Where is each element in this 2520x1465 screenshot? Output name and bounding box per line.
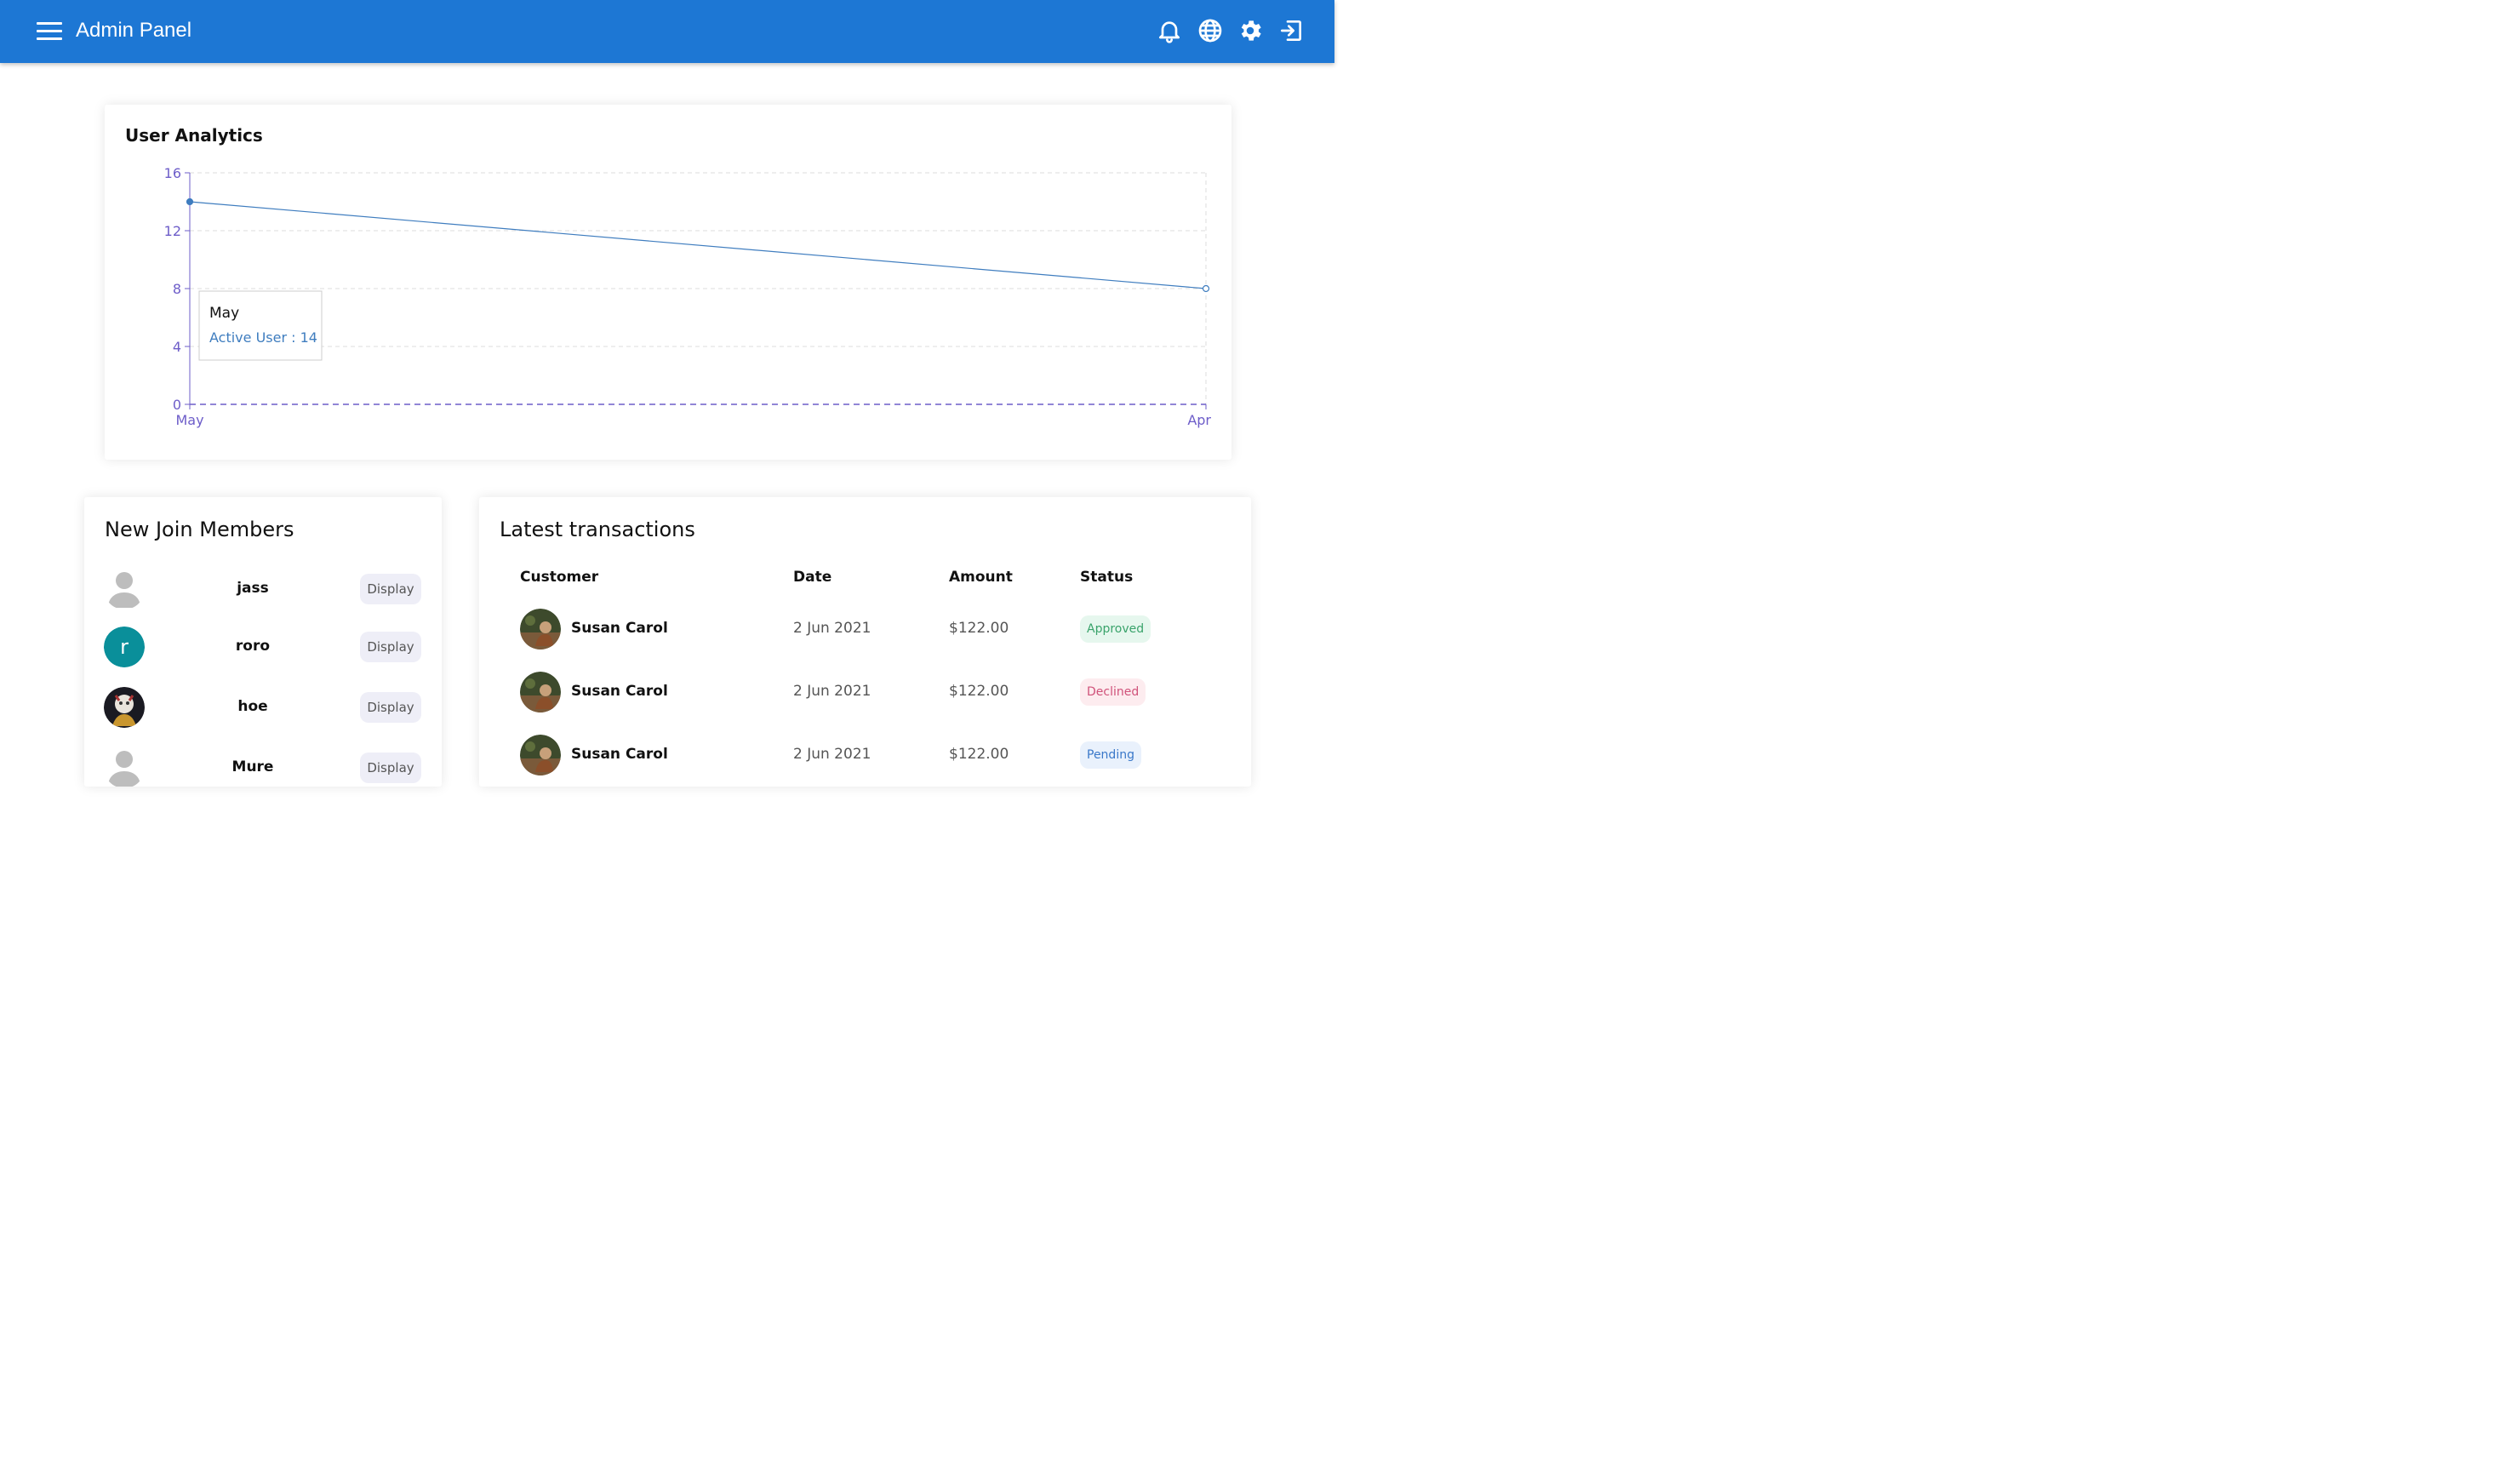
- header-amount: Amount: [949, 569, 1013, 586]
- app-title: Admin Panel: [76, 19, 192, 42]
- member-row: r roro Display: [84, 627, 442, 669]
- table-row: Susan Carol 2 Jun 2021 $122.00 Declined: [479, 672, 1251, 714]
- tooltip-category: May: [209, 305, 239, 322]
- x-tick-label: Apr: [1187, 412, 1211, 428]
- status-badge: Pending: [1080, 741, 1141, 769]
- member-row: hoe Display: [84, 687, 442, 730]
- avatar: [104, 687, 145, 728]
- display-button[interactable]: Display: [360, 632, 421, 662]
- logout-icon[interactable]: [1277, 17, 1305, 44]
- gear-icon[interactable]: [1237, 17, 1264, 44]
- x-tick-label: May: [175, 412, 203, 428]
- tooltip-box: [198, 290, 323, 361]
- tooltip-value: Active User : 14: [209, 329, 317, 346]
- members-heading: New Join Members: [105, 518, 294, 541]
- y-tick-label: 12: [164, 223, 181, 239]
- y-tick-label: 4: [173, 339, 181, 355]
- member-row: Mure Display: [84, 747, 442, 790]
- y-tick-label: 8: [173, 281, 181, 297]
- status-badge: Approved: [1080, 615, 1151, 643]
- table-row: Susan Carol 2 Jun 2021 $122.00 Approved: [479, 609, 1251, 651]
- avatar: [520, 672, 561, 712]
- transaction-date: 2 Jun 2021: [793, 746, 871, 763]
- transactions-heading: Latest transactions: [500, 518, 695, 541]
- avatar: [520, 735, 561, 775]
- series-line: [189, 201, 1207, 289]
- avatar: r: [104, 627, 145, 667]
- transaction-date: 2 Jun 2021: [793, 620, 871, 637]
- member-name: jass: [237, 580, 269, 597]
- transaction-amount: $122.00: [949, 620, 1009, 637]
- transaction-date: 2 Jun 2021: [793, 683, 871, 700]
- header-status: Status: [1080, 569, 1134, 586]
- member-name: Mure: [231, 758, 274, 775]
- chart-grid: [190, 172, 1207, 404]
- latest-transactions-card: Latest transactions Customer Date Amount…: [479, 497, 1251, 787]
- member-row: jass Display: [84, 569, 442, 611]
- user-analytics-card: User Analytics 0 4 8 12 16 May Apr May Active Us…: [105, 105, 1231, 460]
- menu-icon[interactable]: [32, 17, 68, 46]
- default-user-icon: [104, 569, 145, 609]
- member-name: hoe: [237, 698, 268, 715]
- svg-text:r: r: [120, 635, 129, 659]
- default-user-icon: [104, 747, 145, 788]
- table-row: Susan Carol 2 Jun 2021 $122.00 Pending: [479, 735, 1251, 777]
- y-tick-label: 16: [164, 165, 181, 181]
- member-name: roro: [235, 638, 271, 655]
- transaction-amount: $122.00: [949, 746, 1009, 763]
- customer-name: Susan Carol: [571, 746, 668, 763]
- avatar: [520, 609, 561, 650]
- header-customer: Customer: [520, 569, 599, 586]
- display-button[interactable]: Display: [360, 574, 421, 604]
- new-join-members-card: New Join Members jass Display r roro Display…: [84, 497, 442, 787]
- user-analytics-chart: 0 4 8 12 16 May Apr May Active User : 14: [164, 165, 1212, 428]
- y-tick-label: 0: [173, 397, 181, 413]
- display-button[interactable]: Display: [360, 692, 421, 723]
- display-button[interactable]: Display: [360, 753, 421, 783]
- header-date: Date: [793, 569, 832, 586]
- data-point: [186, 197, 194, 206]
- app-bar: Admin Panel: [0, 0, 1334, 63]
- customer-name: Susan Carol: [571, 683, 668, 700]
- status-badge: Declined: [1080, 678, 1146, 706]
- customer-name: Susan Carol: [571, 620, 668, 637]
- transaction-amount: $122.00: [949, 683, 1009, 700]
- chart-tooltip: May Active User : 14: [198, 290, 323, 361]
- bell-icon[interactable]: [1156, 17, 1183, 44]
- data-point: [1202, 284, 1210, 293]
- globe-icon[interactable]: [1197, 17, 1224, 44]
